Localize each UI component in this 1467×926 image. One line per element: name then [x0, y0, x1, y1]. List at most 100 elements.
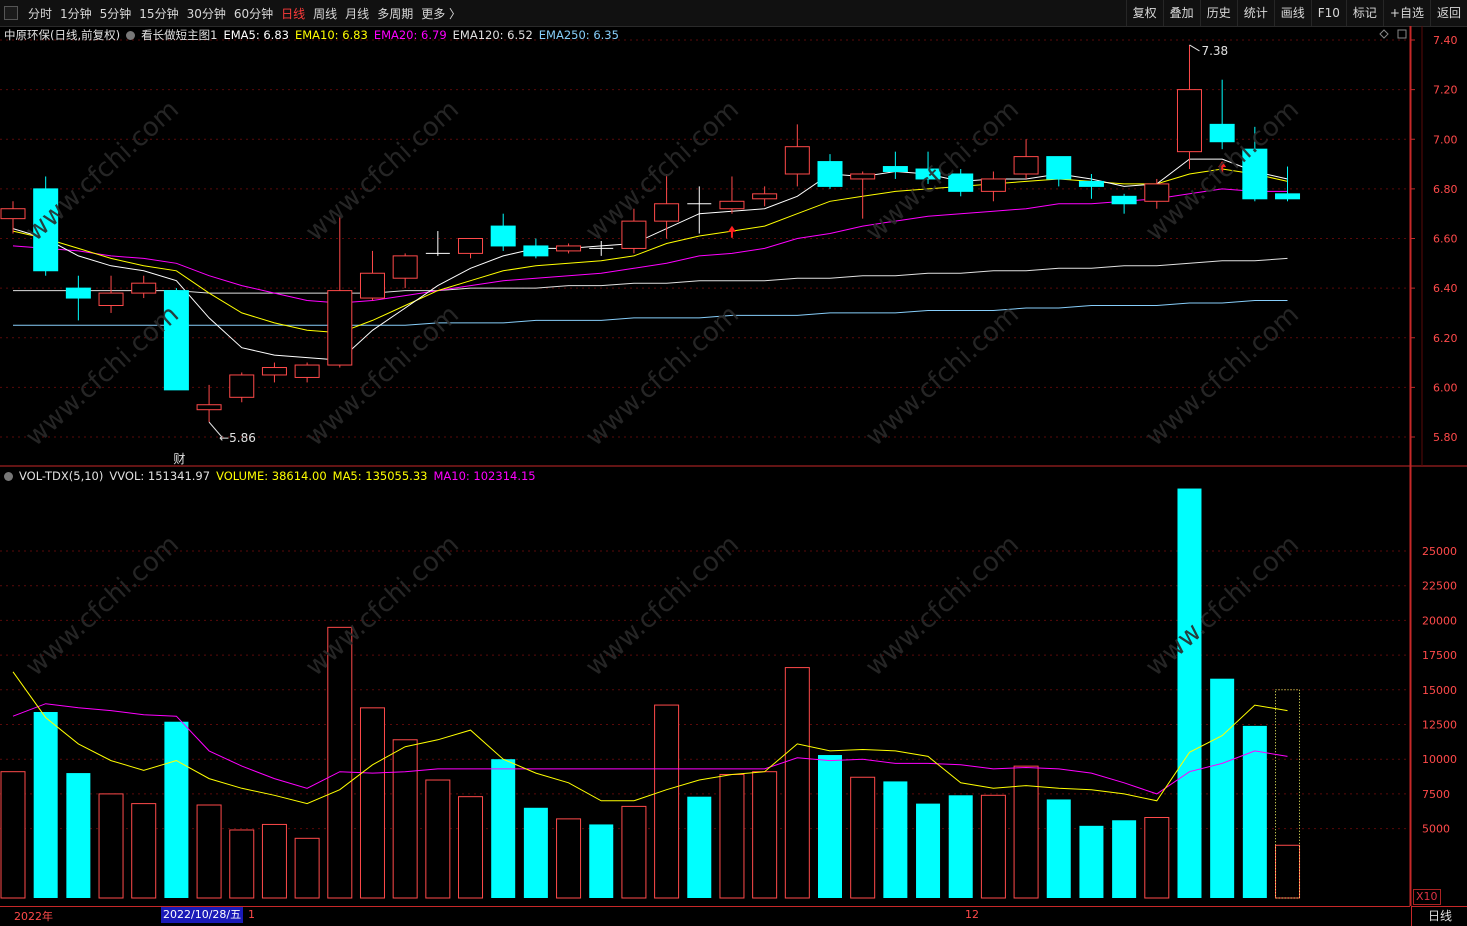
vol-ma5-value: MA5: 135055.33: [332, 469, 428, 483]
price-tick-label: 6.80: [1433, 183, 1458, 196]
ema250-value: EMA250: 6.35: [538, 28, 619, 42]
volume-tick-label: 12500: [1422, 719, 1457, 732]
price-tick-label: 7.40: [1433, 34, 1458, 47]
volume-bar: [164, 721, 189, 898]
volume-bar: [0, 771, 26, 899]
vol-ma5-line: [12, 671, 1288, 805]
candle-body: [882, 166, 908, 173]
volume-bar: [883, 781, 908, 898]
volume-bar: [719, 773, 745, 899]
ema5-value: EMA5: 6.83: [223, 28, 289, 42]
main-indicator-bar: 中原环保(日线,前复权) 看长做短主图1 EMA5: 6.83 EMA10: 6…: [4, 27, 625, 43]
x10-badge[interactable]: X10: [1413, 889, 1441, 905]
volume-bar: [1275, 844, 1301, 899]
volume-tick-label: 7500: [1422, 788, 1450, 801]
period-corner-label[interactable]: 日线: [1411, 906, 1467, 926]
volume-bar: [261, 823, 287, 899]
volume-bar: [1144, 816, 1170, 899]
indicator-name[interactable]: 看长做短主图1: [141, 27, 217, 43]
volume-bar: [752, 771, 778, 899]
indicator-toggle-icon[interactable]: [126, 30, 136, 40]
volume-toggle-icon[interactable]: [4, 471, 13, 481]
candle-body: [654, 203, 680, 222]
candle-body: [392, 255, 418, 279]
volume-bar: [131, 803, 157, 899]
candle-body: [1078, 180, 1104, 187]
volume-bar: [1210, 678, 1235, 898]
volume-bar: [980, 794, 1006, 899]
candle-body: [359, 272, 385, 299]
volume-bar: [850, 776, 876, 899]
vol-ma10-value: MA10: 102314.15: [433, 469, 536, 483]
vvol-value: VVOL: 151341.97: [109, 469, 211, 483]
candle-body: [621, 220, 647, 249]
candle-body: [1013, 156, 1039, 175]
buy-signal-arrow: [727, 225, 736, 238]
price-tick-label: 6.40: [1433, 282, 1458, 295]
volume-bar: [589, 824, 614, 898]
volume-bar: [196, 804, 222, 899]
candle-body: [1209, 123, 1235, 143]
price-tick-label: 7.00: [1433, 133, 1458, 146]
volume-bar: [1242, 725, 1267, 898]
candle-body: [65, 287, 91, 299]
volume-bar: [294, 837, 320, 899]
volume-bar: [654, 704, 680, 899]
price-tick-label: 7.20: [1433, 84, 1458, 97]
volume-bar: [392, 739, 418, 899]
candle-body: [1176, 89, 1202, 153]
price-tick-label: 5.80: [1433, 431, 1458, 444]
candle-body: [229, 374, 255, 398]
selected-date: 2022/10/28/五: [161, 907, 244, 923]
volume-bar: [98, 793, 124, 899]
year-label: 2022年: [14, 910, 53, 923]
volume-tick-label: 15000: [1422, 684, 1457, 697]
ema20-line: [12, 188, 1288, 304]
candle-body: [980, 178, 1006, 192]
high-pointer: [1189, 44, 1200, 52]
financial-report-marker: 财: [173, 452, 185, 466]
volume-bar: [425, 779, 451, 899]
volume-bar: [818, 755, 842, 898]
vol-ma10-line: [12, 703, 1288, 795]
candle-body: [0, 208, 26, 220]
low-price-label: ←5.86: [219, 431, 256, 445]
volume-tick-label: 5000: [1422, 823, 1450, 836]
ema20-value: EMA20: 6.79: [373, 28, 447, 42]
volume-bar: [523, 807, 548, 898]
volume-tick-label: 25000: [1422, 545, 1457, 558]
diamond-icon: [1379, 29, 1389, 39]
volume-bar: [1079, 825, 1104, 898]
vol-indicator-name[interactable]: VOL-TDX(5,10): [19, 469, 103, 483]
candle-body: [1144, 183, 1170, 202]
volume-bar: [1046, 799, 1071, 898]
volume-tick-label: 17500: [1422, 649, 1457, 662]
volume-tick-label: 20000: [1422, 614, 1457, 627]
volume-indicator-bar: VOL-TDX(5,10) VVOL: 151341.97 VOLUME: 38…: [4, 469, 542, 483]
candle-body: [1275, 193, 1301, 200]
candle-body: [261, 367, 287, 376]
price-tick-label: 6.20: [1433, 332, 1458, 345]
volume-bar: [916, 803, 941, 898]
candle-body: [1046, 156, 1072, 180]
volume-value: VOLUME: 38614.00: [216, 469, 327, 483]
volume-bar: [66, 773, 91, 898]
volume-bar: [1112, 820, 1137, 898]
price-tick-label: 6.60: [1433, 233, 1458, 246]
selected-date-suffix: 1: [248, 908, 255, 921]
candle-body: [556, 245, 582, 252]
candle-body: [98, 292, 124, 306]
candle-body: [850, 173, 876, 180]
candle-body: [719, 200, 745, 210]
volume-bar: [458, 796, 484, 899]
ema120-value: EMA120: 6.52: [452, 28, 533, 42]
volume-bar: [359, 707, 385, 899]
stock-title: 中原环保(日线,前复权): [4, 28, 121, 42]
candle-body: [817, 161, 843, 187]
volume-bar: [621, 805, 647, 899]
volume-bar: [33, 712, 58, 898]
candle-body: [523, 245, 549, 257]
volume-bar: [229, 829, 255, 899]
candle-body: [196, 404, 222, 411]
volume-tick-label: 10000: [1422, 753, 1457, 766]
